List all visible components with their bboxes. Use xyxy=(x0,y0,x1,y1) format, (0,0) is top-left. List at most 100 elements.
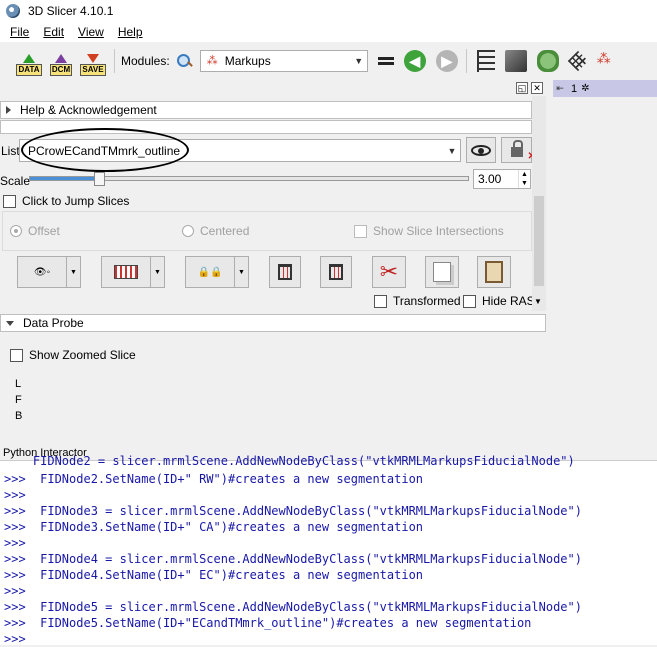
transformed-checkbox[interactable] xyxy=(374,294,387,308)
hide-ras-option[interactable]: Hide RAS xyxy=(463,294,535,308)
undock-icon[interactable]: ◱ xyxy=(516,82,528,94)
list-label: List xyxy=(1,144,20,158)
probe-row-l: L xyxy=(15,378,22,390)
data-list-icon[interactable] xyxy=(476,50,495,72)
pin-icon[interactable]: ⇤ xyxy=(553,83,567,94)
offset-option[interactable]: Offset xyxy=(10,224,60,238)
visibility-toggle-button[interactable] xyxy=(466,137,496,163)
delete-button[interactable] xyxy=(269,256,301,288)
chevron-down-icon[interactable]: ▼ xyxy=(150,257,164,287)
click-to-jump-checkbox[interactable] xyxy=(3,194,16,208)
scale-value: 3.00 xyxy=(478,172,502,186)
menu-edit[interactable]: Edit xyxy=(35,25,70,39)
data-button-label: DATA xyxy=(16,64,42,76)
slice-intersections-checkbox[interactable] xyxy=(354,224,367,238)
console-line: >>> FIDNode4 = slicer.mrmlScene.AddNewNo… xyxy=(4,552,582,566)
transforms-icon[interactable] xyxy=(567,50,588,72)
dicom-arrow-icon xyxy=(55,54,67,63)
cut-button[interactable]: ✂ xyxy=(372,256,406,288)
layout-icon[interactable] xyxy=(377,50,394,72)
console-line: FIDNode2 = slicer.mrmlScene.AddNewNodeBy… xyxy=(4,454,575,468)
spin-arrows-icon[interactable]: ▲ ▼ xyxy=(518,170,530,188)
offset-radio[interactable] xyxy=(10,225,22,237)
visibility-menu-button[interactable]: 👁◦ ▼ xyxy=(17,256,81,288)
view-controller-bar: ⇤ 1 ✲ xyxy=(553,80,657,97)
chevron-down-icon[interactable]: ▼ xyxy=(234,257,248,287)
window-title: 3D Slicer 4.10.1 xyxy=(28,4,114,18)
panel-dock-buttons: ◱ ✕ xyxy=(516,82,543,94)
trash-all-icon xyxy=(329,264,343,280)
click-to-jump-row[interactable]: Click to Jump Slices xyxy=(3,194,129,208)
console-line: >>> FIDNode3.SetName(ID+" CA")#creates a… xyxy=(4,520,424,534)
python-console[interactable]: FIDNode2 = slicer.mrmlScene.AddNewNodeBy… xyxy=(0,454,657,646)
centered-label: Centered xyxy=(200,224,250,238)
eye-icon xyxy=(471,144,491,156)
show-zoomed-slice-option[interactable]: Show Zoomed Slice xyxy=(10,348,136,362)
scale-slider-handle[interactable] xyxy=(94,172,106,186)
probe-row-f: F xyxy=(15,394,22,406)
hide-ras-label: Hide RAS xyxy=(482,294,535,308)
menu-file-label: File xyxy=(10,25,30,39)
delete-all-button[interactable] xyxy=(320,256,352,288)
copy-button[interactable] xyxy=(425,256,459,288)
section-frame xyxy=(0,120,532,134)
panel-scrollbar-thumb[interactable] xyxy=(534,196,544,286)
menu-file[interactable]: File xyxy=(2,25,35,39)
eye-pair-icon: 👁◦ xyxy=(33,266,51,278)
save-button[interactable]: SAVE xyxy=(80,46,106,76)
lock-pair-icon: 🔒🔒 xyxy=(197,266,223,278)
transformed-option[interactable]: Transformed xyxy=(374,294,461,308)
models-icon[interactable] xyxy=(536,50,559,72)
back-arrow-icon[interactable]: ◀ xyxy=(403,50,426,72)
menu-edit-label: Edit xyxy=(43,25,65,39)
dicom-button[interactable]: DCM xyxy=(48,46,74,76)
forward-arrow-icon[interactable]: ▶ xyxy=(435,50,458,72)
menu-help[interactable]: Help xyxy=(110,25,149,39)
module-search-icon[interactable] xyxy=(176,53,192,69)
console-line: >>> FIDNode5.SetName(ID+"ECandTMmrk_outl… xyxy=(4,616,532,630)
module-selector[interactable]: ⁂ Markups ▼ xyxy=(199,50,368,72)
load-data-button[interactable]: DATA xyxy=(16,46,42,76)
menu-view[interactable]: View xyxy=(70,25,110,39)
view-area xyxy=(548,80,657,445)
scroll-down-icon[interactable]: ▼ xyxy=(534,297,542,306)
console-line: >>> xyxy=(4,584,26,598)
console-line: >>> FIDNode5 = slicer.mrmlScene.AddNewNo… xyxy=(4,600,582,614)
close-icon[interactable]: ✕ xyxy=(531,82,543,94)
gear-icon[interactable]: ✲ xyxy=(581,83,589,94)
upload-arrow-icon xyxy=(23,54,35,63)
centered-radio[interactable] xyxy=(182,225,194,237)
lock-toggle-button[interactable]: ✕ xyxy=(501,137,536,163)
slicer-app-icon xyxy=(6,4,20,18)
lock-menu-button[interactable]: 🔒🔒 ▼ xyxy=(185,256,249,288)
chevron-down-icon: ▼ xyxy=(447,145,457,156)
probe-row-b: B xyxy=(15,410,23,422)
hide-ras-checkbox[interactable] xyxy=(463,294,476,308)
console-line: >>> FIDNode2.SetName(ID+" RW")#creates a… xyxy=(4,472,424,486)
expand-arrow-icon xyxy=(6,106,11,114)
show-slice-intersections-option[interactable]: Show Slice Intersections xyxy=(354,224,504,238)
help-acknowledgement-section[interactable]: Help & Acknowledgement xyxy=(0,101,532,119)
show-zoomed-slice-checkbox[interactable] xyxy=(10,348,23,362)
selection-menu-button[interactable]: ▼ xyxy=(101,256,165,288)
offset-label: Offset xyxy=(28,224,60,238)
chevron-down-icon: ▼ xyxy=(354,56,364,66)
volume-cube-icon[interactable] xyxy=(504,50,527,72)
trash-icon xyxy=(278,264,292,280)
scale-spinbox[interactable]: 3.00 ▲ ▼ xyxy=(473,169,531,189)
fiducials-icon[interactable]: ⁂ xyxy=(597,50,619,72)
view-number: 1 xyxy=(571,82,578,95)
console-line: >>> xyxy=(4,488,26,502)
paste-button[interactable] xyxy=(477,256,511,288)
chevron-down-icon[interactable]: ▼ xyxy=(66,257,80,287)
markups-list-selector[interactable]: PCrowECandTMmrk_outline ▼ xyxy=(19,139,461,162)
help-section-title: Help & Acknowledgement xyxy=(20,103,157,117)
data-probe-section[interactable]: Data Probe xyxy=(0,314,546,332)
menu-bar: File Edit View Help xyxy=(0,22,657,42)
download-arrow-icon xyxy=(87,54,99,63)
toolbar-separator xyxy=(114,49,115,73)
title-bar: 3D Slicer 4.10.1 xyxy=(0,0,657,22)
markups-icon: ⁂ xyxy=(206,55,218,67)
centered-option[interactable]: Centered xyxy=(182,224,249,238)
clipboard-icon xyxy=(485,261,503,283)
